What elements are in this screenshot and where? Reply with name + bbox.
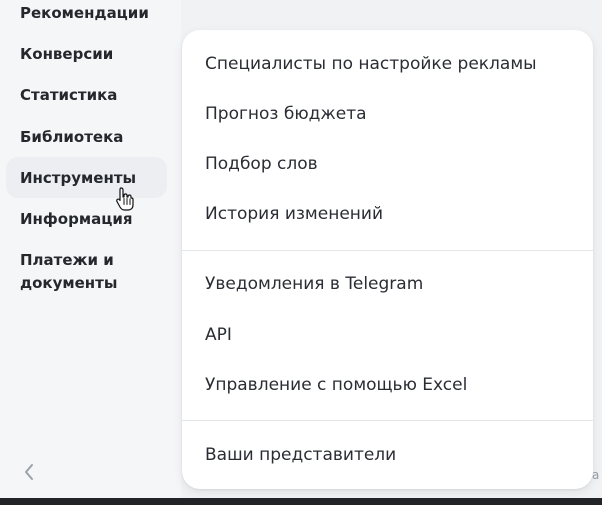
menu-item-telegram-notifications[interactable]: Уведомления в Telegram	[205, 272, 423, 296]
sidebar-item-recommendations[interactable]: Рекомендации	[20, 2, 149, 25]
sidebar-item-statistics[interactable]: Статистика	[20, 84, 117, 107]
sidebar-item-library[interactable]: Библиотека	[20, 126, 123, 149]
sidebar: Рекомендации Конверсии Статистика Библио…	[0, 0, 181, 498]
menu-item-representatives[interactable]: Ваши представители	[205, 443, 396, 467]
menu-divider	[182, 420, 593, 421]
menu-item-change-history[interactable]: История изменений	[205, 202, 383, 226]
taskbar-strip	[0, 498, 602, 505]
hand-cursor-icon	[114, 186, 136, 212]
menu-item-excel-management[interactable]: Управление с помощью Excel	[205, 373, 467, 397]
sidebar-item-payments-line2: документы	[20, 274, 118, 292]
sidebar-item-payments[interactable]: Платежи и документы	[20, 249, 117, 295]
edge-text: a	[592, 468, 600, 482]
tools-dropdown-menu: Специалисты по настройке рекламы Прогноз…	[182, 30, 593, 489]
chevron-left-icon[interactable]	[20, 461, 38, 483]
menu-item-budget-forecast[interactable]: Прогноз бюджета	[205, 102, 367, 126]
sidebar-item-payments-line1: Платежи и	[20, 251, 114, 269]
sidebar-item-conversions[interactable]: Конверсии	[20, 43, 113, 66]
menu-item-keyword-selection[interactable]: Подбор слов	[205, 152, 318, 176]
menu-item-ad-specialists[interactable]: Специалисты по настройке рекламы	[205, 52, 537, 76]
menu-divider	[182, 250, 593, 251]
menu-item-api[interactable]: API	[205, 323, 232, 347]
